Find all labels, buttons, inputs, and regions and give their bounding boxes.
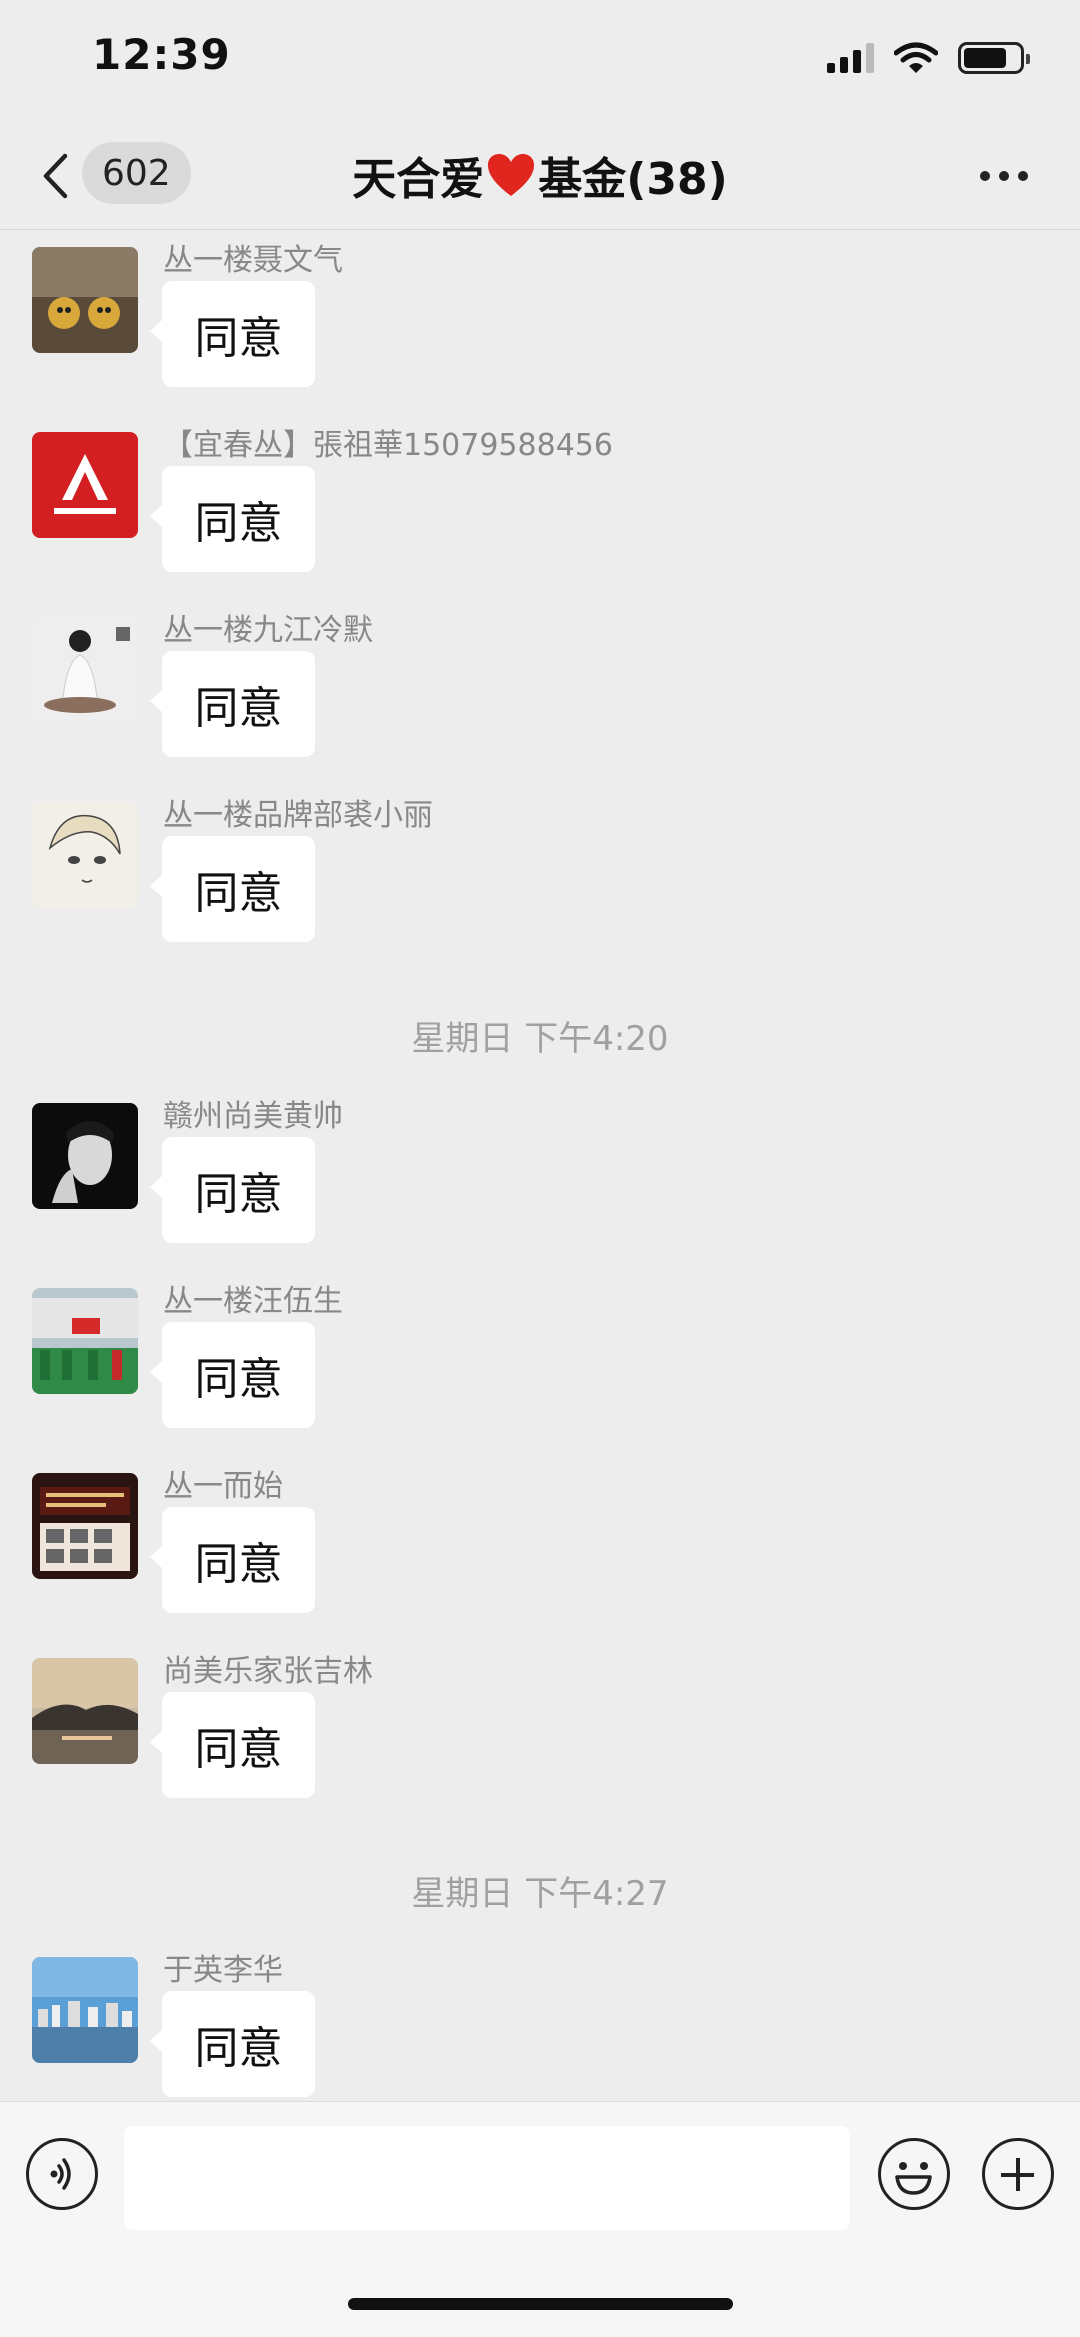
chat-title: 天合爱 基金(38)	[220, 144, 860, 206]
avatar-image	[32, 1473, 138, 1579]
cellular-signal-icon	[827, 43, 874, 73]
message-row: 赣州尚美黄帅 同意	[0, 1087, 1080, 1257]
avatar[interactable]	[32, 432, 138, 538]
avatar-image	[32, 617, 138, 723]
more-functions-button[interactable]	[982, 2138, 1054, 2210]
avatar[interactable]	[32, 1103, 138, 1209]
sender-name: 丛一楼九江冷默	[163, 613, 373, 648]
avatar-image	[32, 1658, 138, 1764]
chat-title-suffix: 基金(38)	[538, 154, 728, 205]
avatar-image	[32, 432, 138, 538]
sender-name: 丛一而始	[163, 1469, 283, 1504]
message-bubble[interactable]: 同意	[150, 1692, 315, 1798]
sender-name: 【宜春丛】張祖華15079588456	[163, 428, 613, 463]
status-bar: 12:39	[0, 0, 1080, 120]
message-bubble[interactable]: 同意	[150, 1991, 315, 2097]
more-dot-icon	[980, 171, 990, 181]
message-bubble[interactable]: 同意	[150, 1507, 315, 1613]
avatar[interactable]	[32, 802, 138, 908]
avatar-image	[32, 802, 138, 908]
message-bubble[interactable]: 同意	[150, 281, 315, 387]
avatar-image	[32, 1288, 138, 1394]
chat-title-prefix: 天合爱	[352, 154, 485, 205]
back-button[interactable]	[40, 148, 80, 204]
message-row: 丛一楼聂文气 同意	[0, 231, 1080, 401]
status-icons	[827, 38, 1030, 78]
message-row: 丛一楼汪伍生 同意	[0, 1272, 1080, 1442]
message-bubble[interactable]: 同意	[150, 651, 315, 757]
wifi-icon	[894, 42, 938, 73]
emoji-button[interactable]	[878, 2138, 950, 2210]
message-list[interactable]: 丛一楼聂文气 同意 【宜春丛】張祖華15079588456 同意 丛一楼九江冷默	[0, 231, 1080, 2101]
message-row: 丛一楼九江冷默 同意	[0, 601, 1080, 771]
battery-icon	[958, 42, 1030, 74]
more-dot-icon	[1018, 171, 1028, 181]
avatar[interactable]	[32, 1473, 138, 1579]
voice-input-button[interactable]	[26, 2138, 98, 2210]
avatar-image	[32, 247, 138, 353]
message-row: 【宜春丛】張祖華15079588456 同意	[0, 416, 1080, 586]
unread-count-badge[interactable]: 602	[82, 142, 191, 204]
more-dot-icon	[999, 171, 1009, 181]
sender-name: 丛一楼品牌部裘小丽	[163, 798, 433, 833]
heart-icon	[488, 154, 535, 196]
message-bubble[interactable]: 同意	[150, 466, 315, 572]
sender-name: 丛一楼聂文气	[163, 243, 343, 278]
avatar[interactable]	[32, 1288, 138, 1394]
timestamp: 星期日 下午4:27	[411, 1874, 669, 1914]
sender-name: 赣州尚美黄帅	[163, 1099, 343, 1134]
avatar[interactable]	[32, 247, 138, 353]
message-bubble[interactable]: 同意	[150, 1322, 315, 1428]
message-bubble[interactable]: 同意	[150, 836, 315, 942]
voice-icon	[50, 2158, 71, 2190]
chevron-left-icon	[43, 153, 68, 199]
sender-name: 尚美乐家张吉林	[163, 1654, 373, 1689]
message-input[interactable]	[124, 2126, 850, 2230]
avatar-image	[32, 1103, 138, 1209]
avatar[interactable]	[32, 1957, 138, 2063]
message-bubble[interactable]: 同意	[150, 1137, 315, 1243]
sender-name: 丛一楼汪伍生	[163, 1284, 343, 1319]
timestamp: 星期日 下午4:20	[411, 1019, 669, 1059]
message-row: 尚美乐家张吉林 同意	[0, 1642, 1080, 1812]
avatar-image	[32, 1957, 138, 2063]
sender-name: 于英李华	[163, 1953, 283, 1988]
chat-header: 602 天合爱 基金(38)	[0, 122, 1080, 230]
status-time: 12:39	[92, 30, 231, 79]
more-options-button[interactable]	[974, 162, 1034, 190]
avatar[interactable]	[32, 617, 138, 723]
home-indicator[interactable]	[348, 2298, 733, 2310]
avatar[interactable]	[32, 1658, 138, 1764]
smiley-icon	[895, 2162, 932, 2195]
message-row: 丛一而始 同意	[0, 1457, 1080, 1627]
message-row: 丛一楼品牌部裘小丽 同意	[0, 786, 1080, 956]
message-row: 于英李华 同意	[0, 1941, 1080, 2101]
